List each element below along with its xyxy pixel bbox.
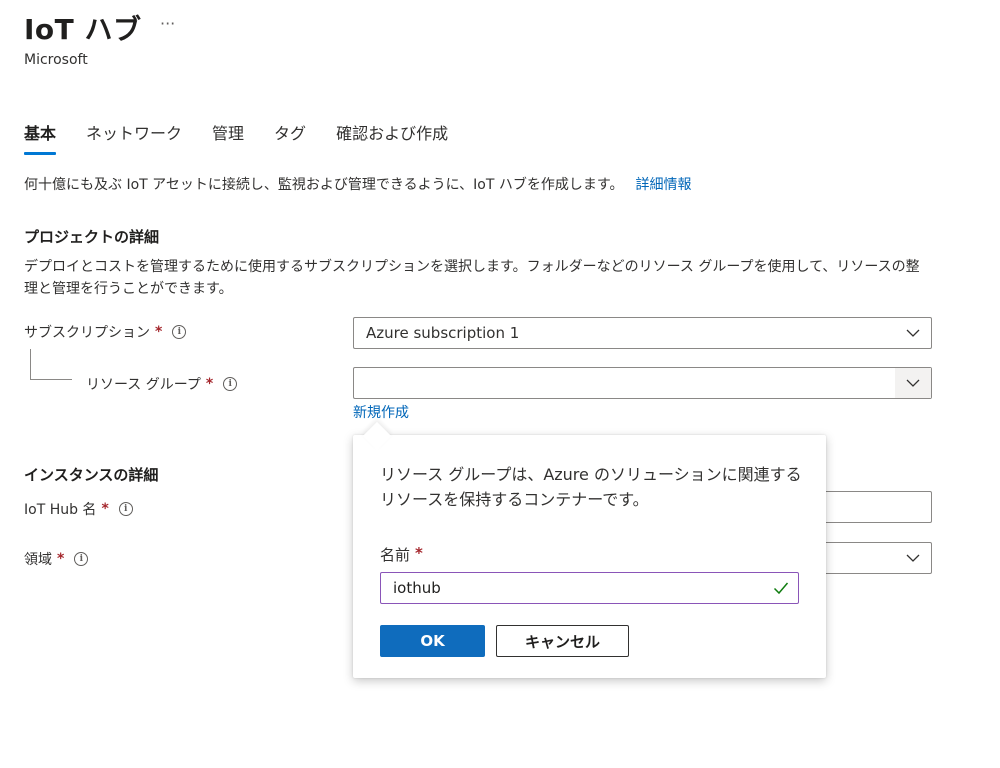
subscription-selected-value: Azure subscription 1 [366,324,520,342]
region-label: 領域 * i [24,549,89,569]
resource-group-label: リソース グループ * i [86,374,238,394]
info-icon[interactable]: i [74,552,89,566]
chevron-down-icon [895,318,931,348]
create-resource-group-callout: リソース グループは、Azure のソリューションに関連するリソースを保持するコ… [353,435,826,678]
info-icon[interactable]: i [172,325,187,339]
required-indicator: * [205,376,214,392]
project-details-description: デプロイとコストを管理するために使用するサブスクリプションを選択します。フォルダ… [24,259,920,297]
info-icon[interactable]: i [223,377,238,391]
publisher-label: Microsoft [24,52,88,68]
name-label-text: 名前 [380,546,411,564]
tab-networking[interactable]: ネットワーク [86,120,182,155]
subscription-dropdown[interactable]: Azure subscription 1 [353,317,932,349]
instance-details-heading: インスタンスの詳細 [24,466,159,484]
region-label-text: 領域 [24,552,52,568]
required-indicator: * [57,551,65,567]
checkmark-icon [773,580,789,599]
project-details-heading: プロジェクトの詳細 [24,228,160,246]
resource-group-dropdown[interactable] [353,367,932,399]
chevron-down-icon [895,368,931,398]
cancel-button[interactable]: キャンセル [496,625,629,657]
more-options-icon[interactable]: ··· [160,14,175,33]
ok-button[interactable]: OK [380,625,485,657]
subscription-label-text: サブスクリプション [24,325,150,341]
subscription-label: サブスクリプション * i [24,322,187,342]
intro-description: 何十億にも及ぶ IoT アセットに接続し、監視および管理できるように、IoT ハ… [24,177,624,193]
resource-group-label-text: リソース グループ [86,377,201,393]
iot-hub-name-label: IoT Hub 名 * i [24,499,133,519]
tab-tags[interactable]: タグ [274,120,306,155]
iot-hub-name-label-text: IoT Hub 名 [24,502,97,518]
learn-more-link[interactable]: 詳細情報 [635,177,691,193]
tab-bar: 基本 ネットワーク 管理 タグ 確認および作成 [24,120,478,155]
tab-review-create[interactable]: 確認および作成 [336,120,448,155]
resource-group-name-input[interactable] [380,572,799,604]
required-indicator: * [101,501,109,517]
tab-basics[interactable]: 基本 [24,120,57,155]
create-new-link[interactable]: 新規作成 [353,402,409,422]
intro-text: 何十億にも及ぶ IoT アセットに接続し、監視および管理できるように、IoT ハ… [24,174,691,194]
info-icon[interactable]: i [118,502,133,516]
page-title: IoT ハブ [24,13,142,46]
name-label: 名前 * [380,544,423,565]
callout-description: リソース グループは、Azure のソリューションに関連するリソースを保持するコ… [380,465,802,509]
tree-connector-line [30,349,72,380]
chevron-down-icon [895,543,931,573]
required-indicator: * [415,544,423,562]
tab-management[interactable]: 管理 [212,120,244,155]
required-indicator: * [155,324,163,340]
